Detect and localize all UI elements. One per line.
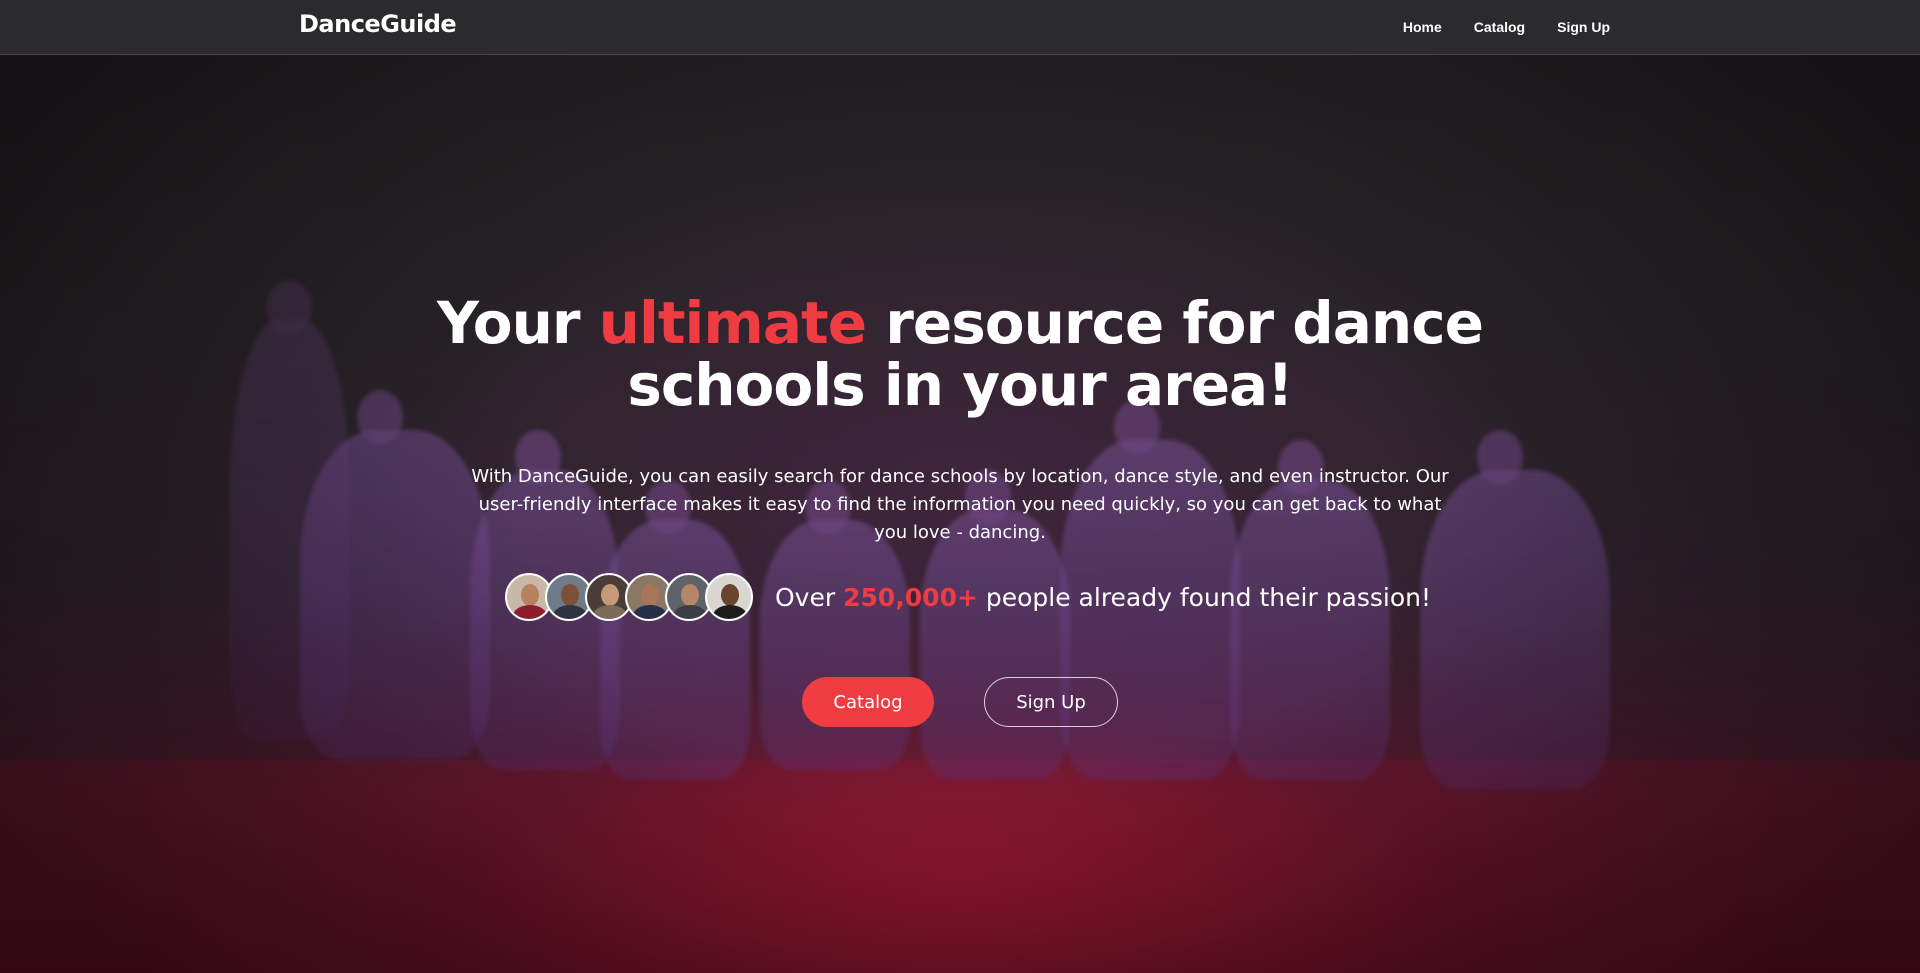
catalog-button[interactable]: Catalog: [802, 677, 934, 727]
nav-link-home[interactable]: Home: [1403, 19, 1442, 35]
social-proof: Over 250,000+ people already found their…: [505, 571, 1431, 623]
headline-text-start: Your: [437, 289, 599, 357]
avatar-group: [505, 573, 753, 621]
nav-link-sign-up[interactable]: Sign Up: [1557, 19, 1610, 35]
proof-count: 250,000+: [843, 582, 978, 612]
proof-prefix: Over: [775, 582, 844, 612]
hero-headline: Your ultimate resource for dance schools…: [410, 292, 1510, 416]
sign-up-button[interactable]: Sign Up: [984, 677, 1118, 727]
nav-link-catalog[interactable]: Catalog: [1474, 19, 1525, 35]
hero-description: With DanceGuide, you can easily search f…: [471, 466, 1449, 543]
hero-content: Your ultimate resource for dance schools…: [0, 0, 1920, 973]
brand-logo[interactable]: DanceGuide: [299, 10, 457, 38]
headline-accent-word: ultimate: [598, 289, 867, 357]
nav-links: Home Catalog Sign Up: [1403, 19, 1610, 35]
proof-suffix: people already found their passion!: [977, 582, 1432, 612]
top-navbar: DanceGuide Home Catalog Sign Up: [0, 0, 1920, 55]
social-proof-text: Over 250,000+ people already found their…: [775, 583, 1431, 612]
avatar: [705, 573, 753, 621]
